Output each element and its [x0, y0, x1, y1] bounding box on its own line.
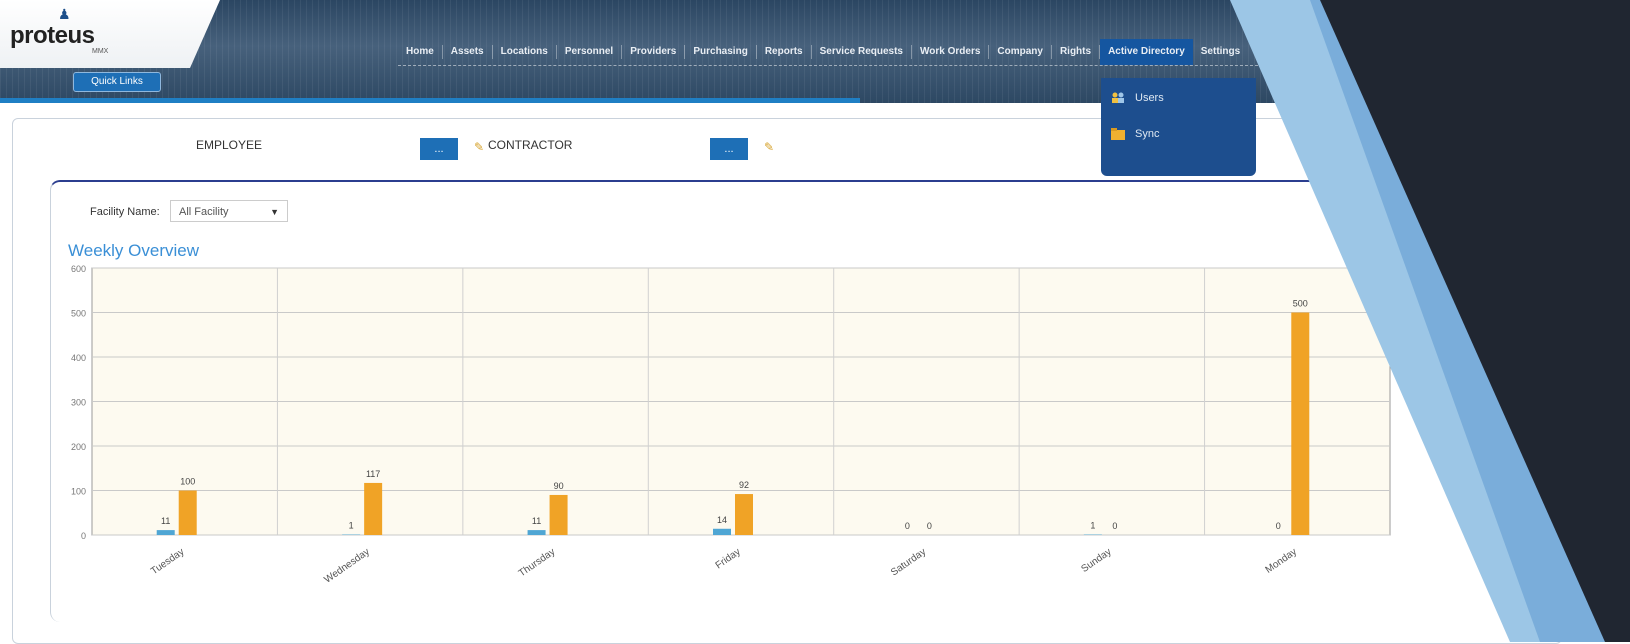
- nav-item-reports[interactable]: Reports: [757, 45, 812, 59]
- contractor-label: CONTRACTOR: [488, 138, 572, 152]
- nav-item-home[interactable]: Home: [398, 45, 443, 59]
- y-tick-label: 600: [71, 264, 86, 274]
- x-tick-label: Thursday: [517, 546, 557, 579]
- data-label: 0: [1276, 521, 1281, 531]
- logo-subtext: MMX: [92, 48, 108, 55]
- chevron-down-icon: ▼: [270, 201, 279, 223]
- header-accent-line: [0, 98, 860, 103]
- folder-icon: [1111, 128, 1125, 140]
- x-tick-label: Tuesday: [149, 546, 186, 577]
- logo-icon: ♟: [58, 6, 71, 23]
- y-tick-label: 400: [71, 353, 86, 363]
- nav-divider: [398, 65, 1258, 67]
- data-label: 11: [161, 516, 170, 526]
- bar-contractor[interactable]: [550, 495, 568, 535]
- data-label: 1: [1090, 521, 1095, 531]
- nav-item-active-directory[interactable]: Active Directory: [1100, 39, 1193, 65]
- y-tick-label: 100: [71, 487, 86, 497]
- contractor-icon: ✎: [474, 140, 484, 154]
- bar-contractor[interactable]: [364, 483, 382, 535]
- y-tick-label: 0: [81, 531, 86, 541]
- dropdown-item-label: Sync: [1135, 128, 1159, 140]
- nav-item-company[interactable]: Company: [989, 45, 1052, 59]
- y-tick-label: 200: [71, 442, 86, 452]
- weekly-overview-chart: 010020030040050060011100Tuesday1117Wedne…: [60, 262, 1405, 607]
- active-directory-dropdown: Users Sync: [1101, 78, 1256, 176]
- nav-item-rights[interactable]: Rights: [1052, 45, 1100, 59]
- dropdown-item-sync[interactable]: Sync: [1111, 128, 1159, 140]
- data-label: 0: [927, 521, 932, 531]
- data-label: 117: [366, 469, 380, 479]
- data-label: 92: [739, 480, 749, 490]
- chart-title: Weekly Overview: [68, 241, 199, 261]
- nav-item-purchasing[interactable]: Purchasing: [685, 45, 756, 59]
- dropdown-item-users[interactable]: Users: [1111, 92, 1164, 104]
- nav-item-assets[interactable]: Assets: [443, 45, 493, 59]
- y-tick-label: 300: [71, 398, 86, 408]
- x-tick-label: Saturday: [889, 546, 928, 578]
- nav-item-work-orders[interactable]: Work Orders: [912, 45, 989, 59]
- nav-item-settings[interactable]: Settings: [1193, 45, 1248, 59]
- users-icon: [1111, 92, 1125, 104]
- logo[interactable]: ♟ proteus MMX: [0, 0, 220, 68]
- x-tick-label: Sunday: [1079, 546, 1113, 574]
- edit-icon[interactable]: ✎: [764, 140, 774, 154]
- data-label: 0: [1112, 521, 1117, 531]
- main-nav: HomeAssetsLocationsPersonnelProvidersPur…: [398, 40, 1248, 64]
- x-tick-label: Wednesday: [322, 546, 371, 585]
- nav-item-locations[interactable]: Locations: [493, 45, 557, 59]
- x-tick-label: Friday: [714, 546, 743, 571]
- data-label: 500: [1293, 299, 1308, 309]
- logo-text: proteus: [10, 22, 95, 50]
- facility-selected-value: All Facility: [179, 206, 229, 218]
- data-label: 1: [349, 521, 354, 531]
- facility-name-label: Facility Name:: [90, 206, 160, 218]
- data-label: 11: [532, 516, 541, 526]
- bar-contractor[interactable]: [179, 491, 197, 536]
- app-header: ♟ proteus MMX Quick Links HomeAssetsLoca…: [0, 0, 1630, 103]
- nav-item-service-requests[interactable]: Service Requests: [812, 45, 912, 59]
- contractor-browse-button[interactable]: ...: [710, 138, 748, 160]
- bar-employee[interactable]: [528, 530, 546, 535]
- nav-item-personnel[interactable]: Personnel: [557, 45, 622, 59]
- data-label: 14: [717, 515, 727, 525]
- employee-label: EMPLOYEE: [196, 138, 262, 152]
- bar-contractor[interactable]: [1291, 313, 1309, 536]
- employee-browse-button[interactable]: ...: [420, 138, 458, 160]
- bar-employee[interactable]: [157, 530, 175, 535]
- nav-item-providers[interactable]: Providers: [622, 45, 685, 59]
- bar-employee[interactable]: [713, 529, 731, 535]
- data-label: 0: [905, 521, 910, 531]
- quick-links-button[interactable]: Quick Links: [73, 72, 161, 92]
- facility-select[interactable]: All Facility ▼: [170, 200, 288, 222]
- y-tick-label: 500: [71, 309, 86, 319]
- dropdown-item-label: Users: [1135, 92, 1164, 104]
- data-label: 90: [554, 481, 564, 491]
- bar-contractor[interactable]: [735, 494, 753, 535]
- x-tick-label: Monday: [1264, 546, 1299, 575]
- data-label: 100: [180, 477, 195, 487]
